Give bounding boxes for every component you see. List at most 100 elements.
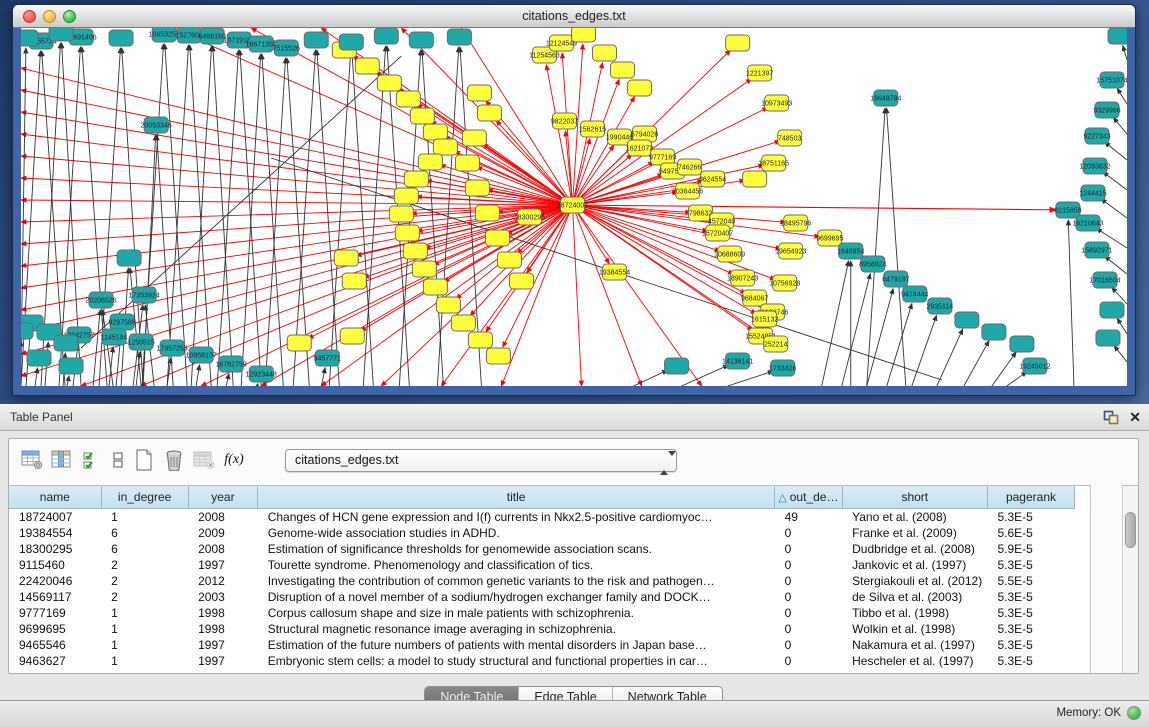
network-canvas[interactable]: 1872400711254563121245499822037156261519… [21,28,1127,386]
graph-node[interactable] [396,91,420,107]
graph-node[interactable] [339,34,363,50]
graph-node[interactable]: 1733426 [769,360,796,376]
graph-node[interactable] [465,180,489,196]
graph-node[interactable]: 16210643 [1072,215,1103,231]
table-selector-dropdown[interactable]: citations_edges.txt [285,449,677,472]
graph-node[interactable]: 1244415 [1079,185,1106,201]
column-header-title[interactable]: title [258,486,775,508]
graph-node[interactable]: 20206526 [85,292,116,308]
graph-node[interactable] [467,85,491,101]
row-options-icon[interactable] [109,447,127,473]
graph-node[interactable] [418,154,442,170]
graph-node[interactable]: 12923448 [246,366,277,382]
graph-node[interactable]: 1640954 [837,243,864,259]
graph-node[interactable] [1108,28,1127,44]
graph-node[interactable] [571,28,595,42]
graph-node[interactable]: 9297588 [108,314,135,330]
column-header-short[interactable]: short [842,486,987,508]
citation-network-graph[interactable]: 1872400711254563121245499822037156261519… [21,28,1127,386]
graph-node[interactable] [287,335,311,351]
table-row[interactable]: 946554611997Estimation of the future num… [9,637,1075,653]
graph-node[interactable]: 6466160 [199,28,226,44]
graph-node[interactable] [468,332,492,348]
graph-node[interactable] [355,58,379,74]
graph-node[interactable] [509,273,533,289]
graph-node[interactable]: 18495796 [780,215,811,231]
function-builder-icon[interactable]: f(x) [221,447,247,473]
graph-node[interactable]: 748503 [778,130,802,146]
graph-node[interactable] [404,171,428,187]
graph-node[interactable]: 15751074 [1096,72,1127,88]
select-columns-icon[interactable] [79,447,105,473]
graph-node[interactable]: 9474444 [901,286,928,302]
graph-node[interactable] [403,243,427,259]
graph-node[interactable]: 9457771 [314,350,341,366]
graph-node[interactable]: 18724007 [557,197,588,213]
table-row[interactable]: 2242004622012Investigating the contribut… [9,573,1075,589]
graph-node[interactable] [117,250,141,266]
show-columns-icon[interactable] [49,447,75,473]
graph-node[interactable]: 10973493 [761,95,792,111]
graph-node[interactable]: 746266 [678,159,702,175]
graph-node[interactable] [374,28,398,44]
graph-node[interactable]: 10688609 [714,246,745,262]
graph-node[interactable]: 19384554 [599,264,630,280]
table-row[interactable]: 1830029562008Estimation of significance … [9,541,1075,557]
memory-indicator[interactable]: Memory: OK [1056,706,1141,720]
graph-node[interactable] [412,261,436,277]
graph-node[interactable] [1096,330,1120,346]
graph-node[interactable]: 1221397 [746,65,773,81]
graph-node[interactable] [394,188,418,204]
graph-node[interactable]: 15892971 [1081,242,1112,258]
graph-node[interactable]: 9699695 [816,230,843,246]
graph-node[interactable] [1100,302,1124,318]
graph-node[interactable] [611,62,635,78]
graph-node[interactable]: 17957253 [157,340,188,356]
graph-node[interactable]: 15720407 [702,225,733,241]
column-header-out-de-[interactable]: △out_de… [775,486,843,508]
graph-node[interactable]: 16648784 [870,90,901,106]
graph-node[interactable] [743,171,767,187]
graph-node[interactable] [1010,336,1034,352]
graph-node[interactable]: 8958924 [859,256,886,272]
table-vertical-scrollbar[interactable] [1122,485,1138,673]
graph-node[interactable] [726,35,750,51]
network-window-titlebar[interactable]: citations_edges.txt [13,5,1135,28]
graph-node[interactable] [451,315,475,331]
graph-node[interactable] [342,273,366,289]
graph-node[interactable] [410,108,434,124]
graph-node[interactable]: 9822037 [551,113,578,129]
graph-node[interactable]: 14136141 [722,353,753,369]
graph-node[interactable]: 3624554 [699,171,726,187]
graph-node[interactable] [497,252,521,268]
scrollbar-thumb[interactable] [1125,512,1136,548]
graph-node[interactable] [423,124,447,140]
graph-node[interactable]: 12093832 [1079,158,1110,174]
column-header-in-degree[interactable]: in_degree [101,486,188,508]
graph-node[interactable] [59,358,83,374]
delete-attributes-icon[interactable] [161,447,187,473]
graph-node[interactable]: 18907243 [727,270,758,286]
table-row[interactable]: 911546021997Tourette syndrome. Phenomeno… [9,557,1075,573]
graph-node[interactable] [462,130,486,146]
graph-node[interactable] [21,323,33,339]
graph-node[interactable] [109,30,133,46]
graph-node[interactable]: 9227343 [1083,128,1110,144]
graph-node[interactable]: 1615132 [751,311,778,327]
graph-node[interactable] [447,29,471,45]
graph-node[interactable] [395,225,419,241]
graph-node[interactable] [955,312,979,328]
graph-node[interactable] [628,80,652,96]
graph-node[interactable]: 16782759 [216,356,247,372]
column-header-pagerank[interactable]: pagerank [987,486,1074,508]
graph-node[interactable]: 10756928 [769,275,800,291]
graph-node[interactable]: 1250515 [127,334,154,350]
table-settings-icon[interactable] [19,447,45,473]
graph-node[interactable] [334,250,358,266]
graph-node[interactable] [593,45,617,61]
graph-node[interactable]: 20053346 [141,117,172,133]
column-header-year[interactable]: year [188,486,258,508]
graph-node[interactable] [423,279,447,295]
graph-node[interactable]: 18300295 [514,209,545,225]
graph-node[interactable] [982,324,1006,340]
